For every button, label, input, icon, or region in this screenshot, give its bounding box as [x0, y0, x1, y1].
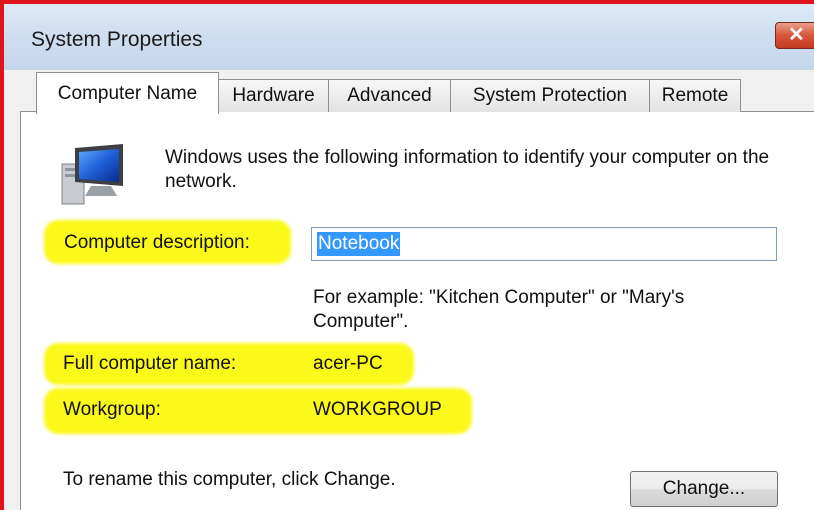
computer-description-input[interactable]: Notebook [311, 227, 777, 261]
computer-description-value: Notebook [317, 232, 401, 256]
workgroup-label: Workgroup: [63, 399, 161, 420]
change-button[interactable]: Change... [630, 471, 778, 507]
tab-label: Computer Name [57, 82, 198, 104]
tab-advanced[interactable]: Advanced [328, 79, 451, 112]
computer-icon [61, 144, 123, 205]
full-computer-name-label: Full computer name: [63, 353, 237, 374]
workgroup-value: WORKGROUP [313, 399, 442, 420]
tab-label: Hardware [232, 85, 315, 106]
rename-instruction: To rename this computer, click Change. [63, 469, 396, 490]
tab-hardware[interactable]: Hardware [218, 79, 329, 112]
description-example: For example: "Kitchen Computer" or "Mary… [313, 287, 685, 332]
close-button[interactable]: ✕ [775, 22, 814, 49]
tab-remote[interactable]: Remote [649, 79, 741, 112]
intro-text: Windows uses the following information t… [165, 147, 770, 192]
tab-label: Advanced [347, 85, 432, 106]
tab-label: System Protection [472, 85, 628, 106]
change-button-label: Change... [662, 478, 746, 499]
tab-system-protection[interactable]: System Protection [450, 79, 650, 112]
tab-computer-name[interactable]: Computer Name [36, 72, 219, 114]
computer-description-label: Computer description: [64, 232, 250, 253]
tab-label: Remote [661, 85, 729, 106]
full-computer-name-value: acer-PC [313, 353, 383, 374]
window-title: System Properties [31, 28, 203, 51]
close-icon: ✕ [788, 24, 805, 46]
title-bar: System Properties [4, 4, 814, 70]
